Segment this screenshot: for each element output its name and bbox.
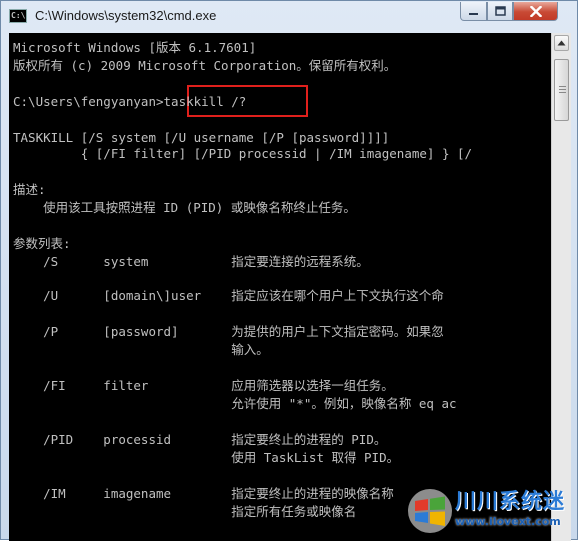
console-line: Microsoft Windows [版本 6.1.7601] [13,40,257,55]
arrow-up-icon [557,40,566,46]
console-line: { [/FI filter] [/PID processid | /IM ima… [13,146,473,161]
watermark-name: 川川系统迷 [455,489,565,513]
console-line: 使用该工具按照进程 ID (PID) 或映像名称终止任务。 [13,200,356,215]
console-line: 使用 TaskList 取得 PID。 [13,450,400,465]
cmd-app-icon[interactable]: C:\ [9,9,27,23]
console-line: /P [password] 为提供的用户上下文指定密码。如果忽 [13,324,444,339]
vertical-scrollbar[interactable] [551,33,571,541]
console-line: 输入。 [13,342,269,357]
cmd-window: C:\ C:\Windows\system32\cmd.exe Microsof… [0,0,578,541]
maximize-button[interactable] [487,2,513,21]
window-title: C:\Windows\system32\cmd.exe [35,8,217,23]
maximize-icon [494,6,506,16]
title-bar[interactable]: C:\ C:\Windows\system32\cmd.exe [1,1,578,33]
console-line: /U [domain\]user 指定应该在哪个用户上下文执行这个命 [13,288,444,303]
scroll-up-arrow[interactable] [554,35,569,51]
scrollbar-thumb[interactable] [554,59,569,121]
console-line: TASKKILL [/S system [/U username [/P [pa… [13,130,390,145]
console-line: 指定所有任务或映像名 [13,504,357,519]
windows-logo-icon [408,489,452,533]
site-watermark: 川川系统迷 www.ilovext.com [405,483,578,541]
console-line: C:\Users\fengyanyan>taskkill /? [13,94,247,109]
console-line: 参数列表: [13,236,71,251]
close-icon [529,5,542,17]
console-line: /S system 指定要连接的远程系统。 [13,254,369,269]
minimize-icon [469,12,478,15]
close-button[interactable] [513,2,558,21]
console-line: /IM imagename 指定要终止的进程的映像名称 [13,486,394,501]
console-line: 版权所有 (c) 2009 Microsoft Corporation。保留所有… [13,58,397,73]
minimize-button[interactable] [460,2,487,21]
console-line: /PID processid 指定要终止的进程的 PID。 [13,432,387,447]
console-output[interactable]: Microsoft Windows [版本 6.1.7601] 版权所有 (c) … [9,33,551,541]
watermark-url: www.ilovext.com [455,515,561,528]
console-line: 描述: [13,182,46,197]
console-line: 允许使用 "*"。例如，映像名称 eq ac [13,396,457,411]
console-line: /FI filter 应用筛选器以选择一组任务。 [13,378,394,393]
